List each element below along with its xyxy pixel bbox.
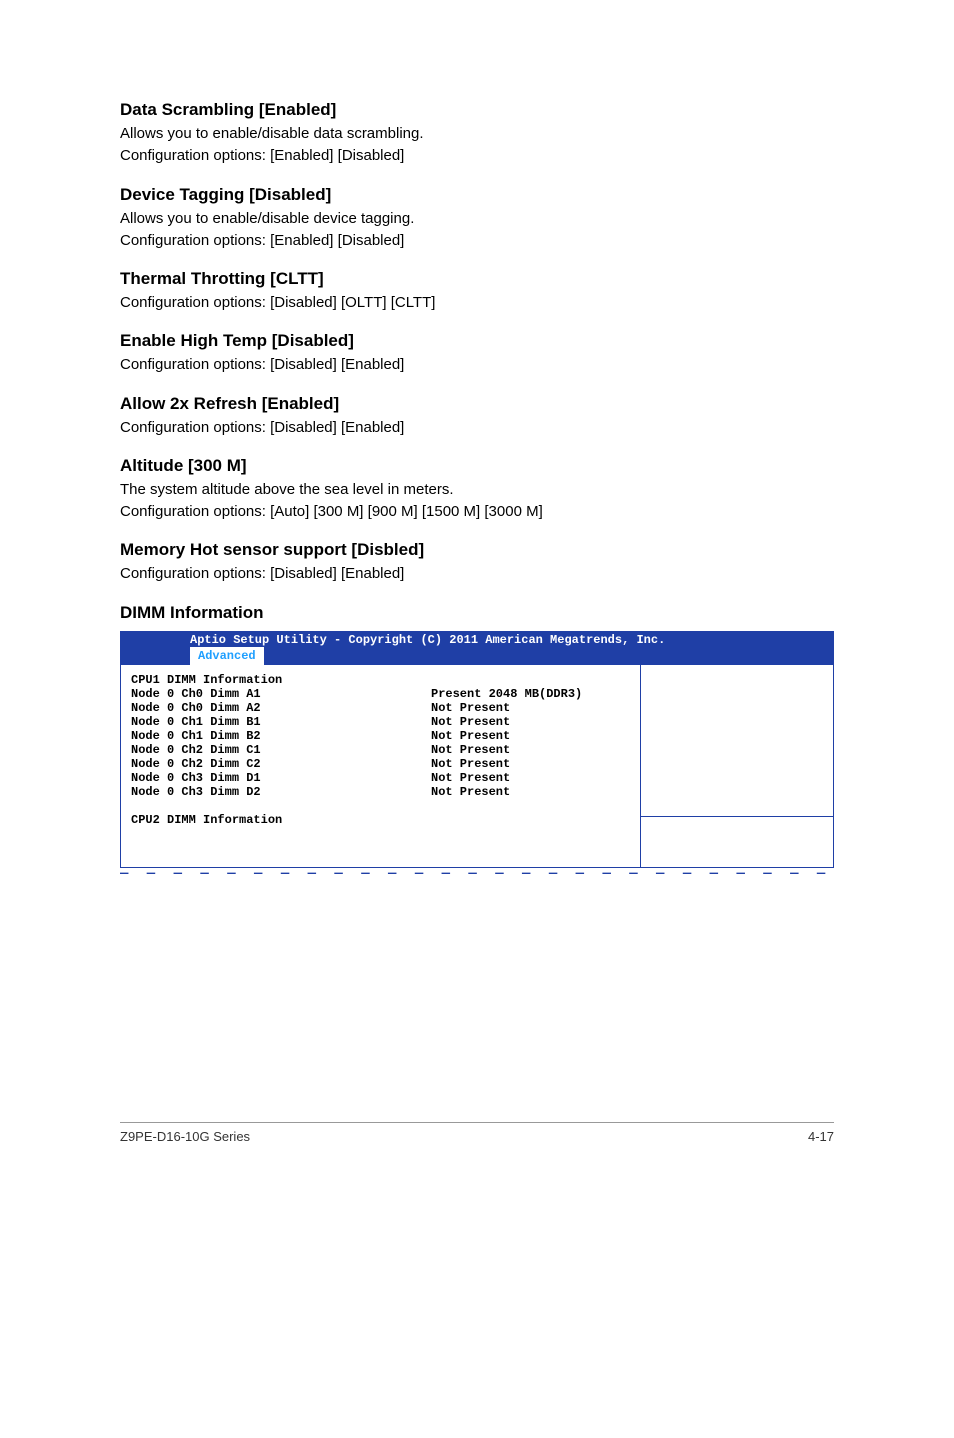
dimm-row: Node 0 Ch1 Dimm B1 Not Present [131, 715, 630, 729]
heading-dimm-information: DIMM Information [120, 603, 834, 623]
bios-help-pane [641, 665, 833, 817]
para: Configuration options: [Disabled] [OLTT]… [120, 293, 834, 313]
dimm-value: Not Present [431, 743, 630, 757]
dimm-row: Node 0 Ch2 Dimm C1 Not Present [131, 743, 630, 757]
dimm-value: Not Present [431, 771, 630, 785]
bios-title: Aptio Setup Utility - Copyright (C) 2011… [120, 633, 834, 647]
section-data-scrambling: Data Scrambling [Enabled] Allows you to … [120, 100, 834, 167]
para: Allows you to enable/disable data scramb… [120, 124, 834, 144]
dimm-row: Node 0 Ch0 Dimm A2 Not Present [131, 701, 630, 715]
bios-tab-advanced[interactable]: Advanced [190, 647, 264, 665]
heading-allow-2x-refresh: Allow 2x Refresh [Enabled] [120, 394, 834, 414]
para: Configuration options: [Auto] [300 M] [9… [120, 502, 834, 522]
dimm-value: Present 2048 MB(DDR3) [431, 687, 630, 701]
dimm-label: Node 0 Ch0 Dimm A2 [131, 701, 431, 715]
dimm-label: Node 0 Ch3 Dimm D1 [131, 771, 431, 785]
bios-left-pane: CPU1 DIMM Information Node 0 Ch0 Dimm A1… [121, 665, 641, 867]
para: Configuration options: [Disabled] [Enabl… [120, 355, 834, 375]
bios-header: Aptio Setup Utility - Copyright (C) 2011… [120, 631, 834, 665]
heading-memory-hot-sensor: Memory Hot sensor support [Disbled] [120, 540, 834, 560]
section-altitude: Altitude [300 M] The system altitude abo… [120, 456, 834, 523]
section-thermal-throtting: Thermal Throtting [CLTT] Configuration o… [120, 269, 834, 313]
dimm-row: Node 0 Ch1 Dimm B2 Not Present [131, 729, 630, 743]
dimm-row: Node 0 Ch3 Dimm D2 Not Present [131, 785, 630, 799]
heading-altitude: Altitude [300 M] [120, 456, 834, 476]
para: Configuration options: [Disabled] [Enabl… [120, 418, 834, 438]
bios-legend-pane [641, 817, 833, 867]
bios-right-pane [641, 665, 833, 867]
para: Configuration options: [Enabled] [Disabl… [120, 146, 834, 166]
section-allow-2x-refresh: Allow 2x Refresh [Enabled] Configuration… [120, 394, 834, 438]
dimm-value: Not Present [431, 785, 630, 799]
dimm-label: Node 0 Ch1 Dimm B2 [131, 729, 431, 743]
dimm-label: Node 0 Ch2 Dimm C2 [131, 757, 431, 771]
para: The system altitude above the sea level … [120, 480, 834, 500]
section-enable-high-temp: Enable High Temp [Disabled] Configuratio… [120, 331, 834, 375]
heading-enable-high-temp: Enable High Temp [Disabled] [120, 331, 834, 351]
para: Configuration options: [Disabled] [Enabl… [120, 564, 834, 584]
dimm-value: Not Present [431, 757, 630, 771]
section-dimm-information: DIMM Information [120, 603, 834, 623]
section-device-tagging: Device Tagging [Disabled] Allows you to … [120, 185, 834, 252]
para: Allows you to enable/disable device tagg… [120, 209, 834, 229]
page-footer: Z9PE-D16-10G Series 4-17 [120, 1122, 834, 1144]
cpu1-heading: CPU1 DIMM Information [131, 673, 630, 687]
dimm-row: Node 0 Ch0 Dimm A1 Present 2048 MB(DDR3) [131, 687, 630, 701]
dimm-label: Node 0 Ch0 Dimm A1 [131, 687, 431, 701]
footer-page-number: 4-17 [808, 1129, 834, 1144]
dimm-row: Node 0 Ch2 Dimm C2 Not Present [131, 757, 630, 771]
bios-tabs: Advanced [120, 647, 834, 665]
dimm-value: Not Present [431, 715, 630, 729]
dimm-label: Node 0 Ch1 Dimm B1 [131, 715, 431, 729]
bios-torn-edge: — — — — — — — — — — — — — — — — — — — — … [120, 866, 834, 882]
cpu2-heading: CPU2 DIMM Information [131, 813, 630, 827]
para: Configuration options: [Enabled] [Disabl… [120, 231, 834, 251]
dimm-label: Node 0 Ch3 Dimm D2 [131, 785, 431, 799]
bios-body: CPU1 DIMM Information Node 0 Ch0 Dimm A1… [120, 665, 834, 868]
section-memory-hot-sensor: Memory Hot sensor support [Disbled] Conf… [120, 540, 834, 584]
heading-thermal-throtting: Thermal Throtting [CLTT] [120, 269, 834, 289]
heading-data-scrambling: Data Scrambling [Enabled] [120, 100, 834, 120]
bios-screenshot: Aptio Setup Utility - Copyright (C) 2011… [120, 631, 834, 882]
dimm-row: Node 0 Ch3 Dimm D1 Not Present [131, 771, 630, 785]
dimm-value: Not Present [431, 701, 630, 715]
dimm-label: Node 0 Ch2 Dimm C1 [131, 743, 431, 757]
dimm-value: Not Present [431, 729, 630, 743]
footer-product: Z9PE-D16-10G Series [120, 1129, 250, 1144]
heading-device-tagging: Device Tagging [Disabled] [120, 185, 834, 205]
